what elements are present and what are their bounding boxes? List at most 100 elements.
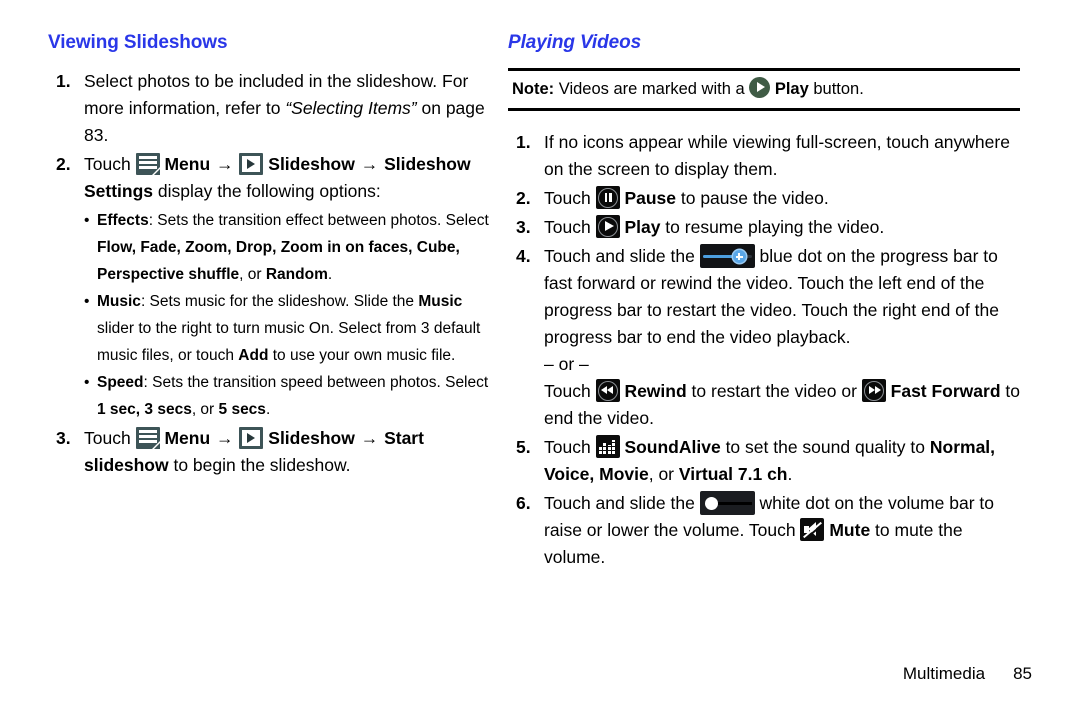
- arrow-right-icon: →: [360, 428, 379, 448]
- section-heading-viewing-slideshows: Viewing Slideshows: [48, 32, 228, 53]
- step-text-part: to set the sound quality to: [720, 437, 930, 457]
- step-text: Touch Menu → Slideshow → Slideshow Setti…: [84, 151, 500, 423]
- volume-bar-icon[interactable]: [699, 491, 755, 515]
- step-item: 5. Touch SoundAlive to set the sound qua…: [508, 434, 1020, 488]
- touch-label: Touch: [84, 154, 136, 174]
- arrow-right-icon: →: [216, 154, 234, 174]
- step-text: If no icons appear while viewing full-sc…: [544, 132, 1010, 179]
- step-text-part: , or: [648, 464, 679, 484]
- play-button-label: Play: [774, 80, 809, 98]
- rewind-label: Rewind: [624, 381, 687, 401]
- step-text: Touch Pause to pause the video.: [544, 185, 1020, 212]
- step-text-part: to restart the video or: [686, 381, 862, 401]
- right-column: Playing Videos Note: Videos are marked w…: [500, 0, 1020, 573]
- option-term: Music: [97, 293, 141, 310]
- step-number: 3.: [56, 428, 71, 448]
- option-term: Effects: [97, 212, 149, 229]
- step-number: 1.: [56, 71, 71, 91]
- fast-forward-label: Fast Forward: [890, 381, 1001, 401]
- step-item: 3. Touch Menu → Slideshow → Start slides…: [48, 425, 500, 479]
- step-text: Select photos to be included in the slid…: [84, 68, 500, 149]
- option-text: : Sets music for the slideshow. Slide th…: [140, 293, 419, 310]
- option-text: : Sets the transition effect between pho…: [148, 212, 489, 229]
- play-icon[interactable]: [595, 215, 620, 238]
- fast-forward-icon[interactable]: [861, 379, 886, 402]
- slideshow-steps-list: 1. Select photos to be included in the s…: [48, 68, 500, 479]
- step-number: 2.: [56, 154, 71, 174]
- touch-label: Touch: [544, 188, 596, 208]
- arrow-right-icon: →: [216, 428, 234, 448]
- option-text: : Sets the transition speed between phot…: [143, 374, 489, 391]
- step-number: 3.: [516, 217, 531, 237]
- menu-label: Menu: [164, 154, 211, 174]
- step-number: 4.: [516, 246, 531, 266]
- step-text-part: display the following options:: [153, 181, 381, 201]
- note-text: button.: [808, 80, 864, 98]
- page-columns: Viewing Slideshows 1. Select photos to b…: [0, 0, 1080, 573]
- slideshow-icon[interactable]: [239, 427, 264, 449]
- option-emphasis: Music: [418, 293, 463, 310]
- menu-icon[interactable]: [135, 427, 160, 449]
- video-steps-list: 1. If no icons appear while viewing full…: [508, 129, 1020, 571]
- step-text-part: to resume playing the video.: [660, 217, 885, 237]
- note-prefix: Note:: [512, 80, 555, 98]
- step-text-part: .: [787, 464, 793, 484]
- progress-bar-icon[interactable]: [699, 244, 755, 268]
- option-value-last: 5 secs: [218, 401, 266, 418]
- slideshow-label: Slideshow: [268, 154, 355, 174]
- arrow-right-icon: →: [360, 154, 379, 174]
- step-text-part: to pause the video.: [676, 188, 829, 208]
- soundalive-equalizer-icon[interactable]: [595, 435, 620, 458]
- step-text: Touch Menu → Slideshow → Start slideshow…: [84, 425, 500, 479]
- step-item: 2. Touch Menu → Slideshow → Slideshow Se…: [48, 151, 500, 423]
- play-circle-icon[interactable]: [749, 77, 771, 98]
- or-divider: – or –: [544, 354, 589, 374]
- step-item: 4. Touch and slide the blue dot on the p…: [508, 243, 1020, 432]
- page-footer: Multimedia 85: [0, 664, 1080, 684]
- step-text-part: to begin the slideshow.: [168, 455, 351, 475]
- mute-label: Mute: [829, 520, 871, 540]
- list-item: Music: Sets music for the slideshow. Sli…: [84, 288, 500, 369]
- option-text: , or: [239, 266, 266, 283]
- step-item: 2. Touch Pause to pause the video.: [508, 185, 1020, 212]
- rewind-icon[interactable]: [595, 379, 620, 402]
- step-item: 1. If no icons appear while viewing full…: [508, 129, 1020, 183]
- pause-icon[interactable]: [595, 186, 620, 209]
- option-value-last: Random: [265, 266, 328, 283]
- option-emphasis: Add: [238, 347, 269, 364]
- step-text: Touch Play to resume playing the video.: [544, 214, 1020, 241]
- footer-page-number: 85: [1013, 664, 1032, 683]
- step-text: Touch and slide the white dot on the vol…: [544, 490, 1020, 571]
- menu-icon[interactable]: [135, 153, 160, 175]
- alternate-instruction: Touch Rewind to restart the video or Fas…: [544, 378, 1020, 432]
- list-item: Speed: Sets the transition speed between…: [84, 369, 500, 423]
- note-box: Note: Videos are marked with a Play butt…: [508, 68, 1020, 111]
- step-number: 2.: [516, 188, 531, 208]
- soundalive-label: SoundAlive: [624, 437, 721, 457]
- option-values: 1 sec, 3 secs: [97, 401, 192, 418]
- play-label: Play: [624, 217, 661, 237]
- step-text-part: Touch and slide the: [544, 493, 700, 513]
- slideshow-settings-options: Effects: Sets the transition effect betw…: [84, 207, 500, 423]
- step-text: Touch SoundAlive to set the sound qualit…: [544, 434, 1020, 488]
- slideshow-label: Slideshow: [268, 428, 355, 448]
- step-number: 6.: [516, 493, 531, 513]
- slideshow-icon[interactable]: [239, 153, 264, 175]
- section-heading-playing-videos: Playing Videos: [508, 32, 642, 53]
- manual-page: Viewing Slideshows 1. Select photos to b…: [0, 0, 1080, 720]
- step-item: 1. Select photos to be included in the s…: [48, 68, 500, 149]
- option-text: to use your own music file.: [268, 347, 456, 364]
- step-text-part: Touch and slide the: [544, 246, 700, 266]
- note-text: Videos are marked with a: [554, 80, 750, 98]
- touch-label: Touch: [544, 437, 596, 457]
- sound-option-last: Virtual 7.1 ch: [678, 464, 788, 484]
- step-number: 1.: [516, 132, 531, 152]
- option-term: Speed: [97, 374, 144, 391]
- step-item: 3. Touch Play to resume playing the vide…: [508, 214, 1020, 241]
- cross-reference-italic: “Selecting Items”: [285, 98, 417, 118]
- step-item: 6. Touch and slide the white dot on the …: [508, 490, 1020, 571]
- option-text: .: [265, 401, 271, 418]
- touch-label: Touch: [544, 381, 596, 401]
- left-column: Viewing Slideshows 1. Select photos to b…: [0, 0, 500, 573]
- mute-icon[interactable]: [800, 518, 825, 541]
